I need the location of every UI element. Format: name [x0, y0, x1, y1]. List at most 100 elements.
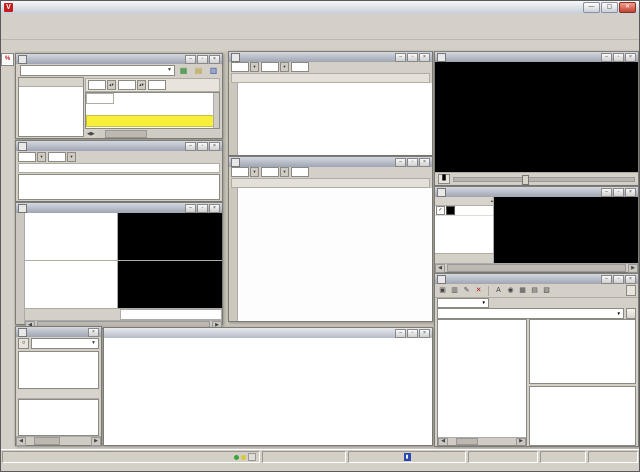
signal-checkbox[interactable]: ✓	[436, 206, 445, 215]
copy-icon[interactable]: ▥	[449, 286, 460, 296]
oscilloscope-top[interactable]	[118, 213, 222, 260]
delete-icon[interactable]: ✕	[473, 286, 484, 296]
value-spinner[interactable]	[291, 62, 309, 72]
diagnostics-titlebar[interactable]: –▫×	[435, 274, 638, 284]
panel-maximize-button[interactable]: ▫	[613, 188, 624, 197]
panel-minimize-button[interactable]: –	[601, 275, 612, 284]
panel-minimize-button[interactable]: –	[185, 55, 196, 64]
spin-buttons[interactable]: ▾	[67, 152, 76, 162]
model-explorer-titlebar[interactable]: ×	[16, 327, 101, 337]
panel-close-button[interactable]: ×	[419, 158, 430, 167]
panel-close-button[interactable]: ×	[625, 188, 636, 197]
value-spinner[interactable]	[291, 167, 309, 177]
panel-minimize-button[interactable]: –	[395, 329, 406, 338]
diagnostic-parameter-titlebar[interactable]: –▫×	[16, 141, 222, 151]
spin-buttons[interactable]: ▾	[250, 62, 259, 72]
count-spinner[interactable]	[48, 152, 66, 162]
h-scrollbar-thumb[interactable]	[105, 130, 147, 138]
binoculars-icon[interactable]: ◉	[505, 286, 516, 296]
axis-y-spinner[interactable]	[118, 80, 136, 90]
panel-maximize-button[interactable]: ▫	[407, 329, 418, 338]
spin-buttons[interactable]: ▴▾	[107, 80, 116, 90]
parameter-explorer-titlebar[interactable]: –▫×	[16, 54, 222, 64]
panel-minimize-button[interactable]: –	[185, 142, 196, 151]
panel-maximize-button[interactable]: ▫	[613, 53, 624, 62]
symbolic-select[interactable]: ▼	[437, 298, 489, 308]
list-icon[interactable]: ▤	[529, 286, 540, 296]
map-3d-titlebar[interactable]: –▫×	[229, 157, 432, 167]
panel-maximize-button[interactable]: ▫	[407, 158, 418, 167]
online-toggle-button[interactable]	[626, 285, 636, 296]
param-grid-icon[interactable]: ▦	[177, 65, 190, 76]
minimize-button[interactable]: —	[583, 2, 600, 13]
param-export-icon[interactable]: ▥	[207, 65, 220, 76]
scroll-right-icon[interactable]: ▶	[628, 264, 638, 273]
example-model-titlebar[interactable]: –▫×	[104, 328, 432, 338]
digital-plot[interactable]	[494, 197, 638, 263]
graph-panel-titlebar[interactable]: –▫×	[16, 203, 222, 213]
digital-titlebar[interactable]: –▫×	[435, 187, 638, 197]
panel-maximize-button[interactable]: ▫	[613, 275, 624, 284]
panel-minimize-button[interactable]: –	[601, 188, 612, 197]
execute-button[interactable]	[626, 308, 636, 319]
value-spinner[interactable]	[148, 80, 166, 90]
panel-close-button[interactable]: ×	[209, 55, 220, 64]
axis-y-spinner[interactable]	[261, 62, 279, 72]
content-of-select[interactable]: ▼	[20, 65, 175, 76]
panel-minimize-button[interactable]: –	[395, 158, 406, 167]
panel-close-button[interactable]: ×	[209, 204, 220, 213]
surface-plot[interactable]	[238, 188, 432, 321]
map-table-titlebar[interactable]: –▫×	[229, 52, 432, 62]
sort-icon[interactable]: ▴	[491, 197, 493, 205]
panel-close-button[interactable]: ×	[209, 142, 220, 151]
value-cell[interactable]	[86, 93, 114, 104]
scroll-left-icon[interactable]: ◀	[16, 437, 26, 446]
index-spinner[interactable]	[18, 152, 36, 162]
panel-close-button[interactable]: ×	[419, 53, 430, 62]
video-seek-slider[interactable]	[453, 177, 635, 182]
h-scrollbar-thumb[interactable]	[456, 438, 478, 445]
multimedia-titlebar[interactable]: –▫×	[435, 52, 638, 62]
value-grid[interactable]	[85, 92, 220, 129]
panel-close-button[interactable]: ×	[625, 275, 636, 284]
scroll-right-icon[interactable]: ▶	[91, 437, 101, 446]
vertical-scrollbar[interactable]	[213, 93, 219, 128]
axis-x-spinner[interactable]	[231, 62, 249, 72]
calibration-map-grid[interactable]	[238, 83, 432, 155]
request-select[interactable]: ▼	[437, 308, 624, 319]
panel-maximize-button[interactable]: ▫	[407, 53, 418, 62]
spin-buttons[interactable]: ▾	[280, 62, 289, 72]
scroll-left-icon[interactable]: ◀	[438, 438, 448, 446]
scroll-left-icon[interactable]: ◀	[435, 264, 445, 273]
axis-x-spinner[interactable]	[231, 167, 249, 177]
scroll-right-icon[interactable]: ▶	[516, 438, 526, 446]
font-icon[interactable]: A	[493, 286, 504, 296]
panel-close-button[interactable]: ×	[625, 53, 636, 62]
h-scrollbar-thumb[interactable]	[34, 437, 60, 445]
oscilloscope-bottom[interactable]	[118, 261, 222, 308]
panel-maximize-button[interactable]: ▫	[197, 55, 208, 64]
report-icon[interactable]: ▧	[541, 286, 552, 296]
axis-x-spinner[interactable]	[88, 80, 106, 90]
edit-icon[interactable]: ✎	[461, 286, 472, 296]
spin-buttons[interactable]: ▴▾	[137, 80, 146, 90]
panel-maximize-button[interactable]: ▫	[197, 142, 208, 151]
selected-value-cell[interactable]	[86, 115, 214, 127]
model-search-input[interactable]: ▼	[31, 338, 99, 349]
panel-maximize-button[interactable]: ▫	[197, 204, 208, 213]
video-play-button[interactable]: ▐▌	[438, 174, 450, 184]
spin-buttons[interactable]: ▾	[37, 152, 46, 162]
panel-minimize-button[interactable]: –	[395, 53, 406, 62]
h-scrollbar-thumb[interactable]	[447, 264, 626, 272]
search-icon[interactable]: ○	[18, 338, 29, 349]
param-folder-icon[interactable]: ▤	[192, 65, 205, 76]
panel-close-button[interactable]: ×	[88, 328, 99, 337]
symbol-explorer-sidebar[interactable]: %	[1, 51, 15, 447]
window-titlebar[interactable]: V — ▢ ✕	[1, 1, 639, 15]
video-seek-thumb[interactable]	[522, 175, 529, 185]
spin-buttons[interactable]: ▾	[280, 167, 289, 177]
window-icon[interactable]: ▣	[437, 286, 448, 296]
close-button[interactable]: ✕	[619, 2, 636, 13]
tab-scroll-left-icon[interactable]: ◀▶	[85, 131, 97, 137]
panel-minimize-button[interactable]: –	[185, 204, 196, 213]
